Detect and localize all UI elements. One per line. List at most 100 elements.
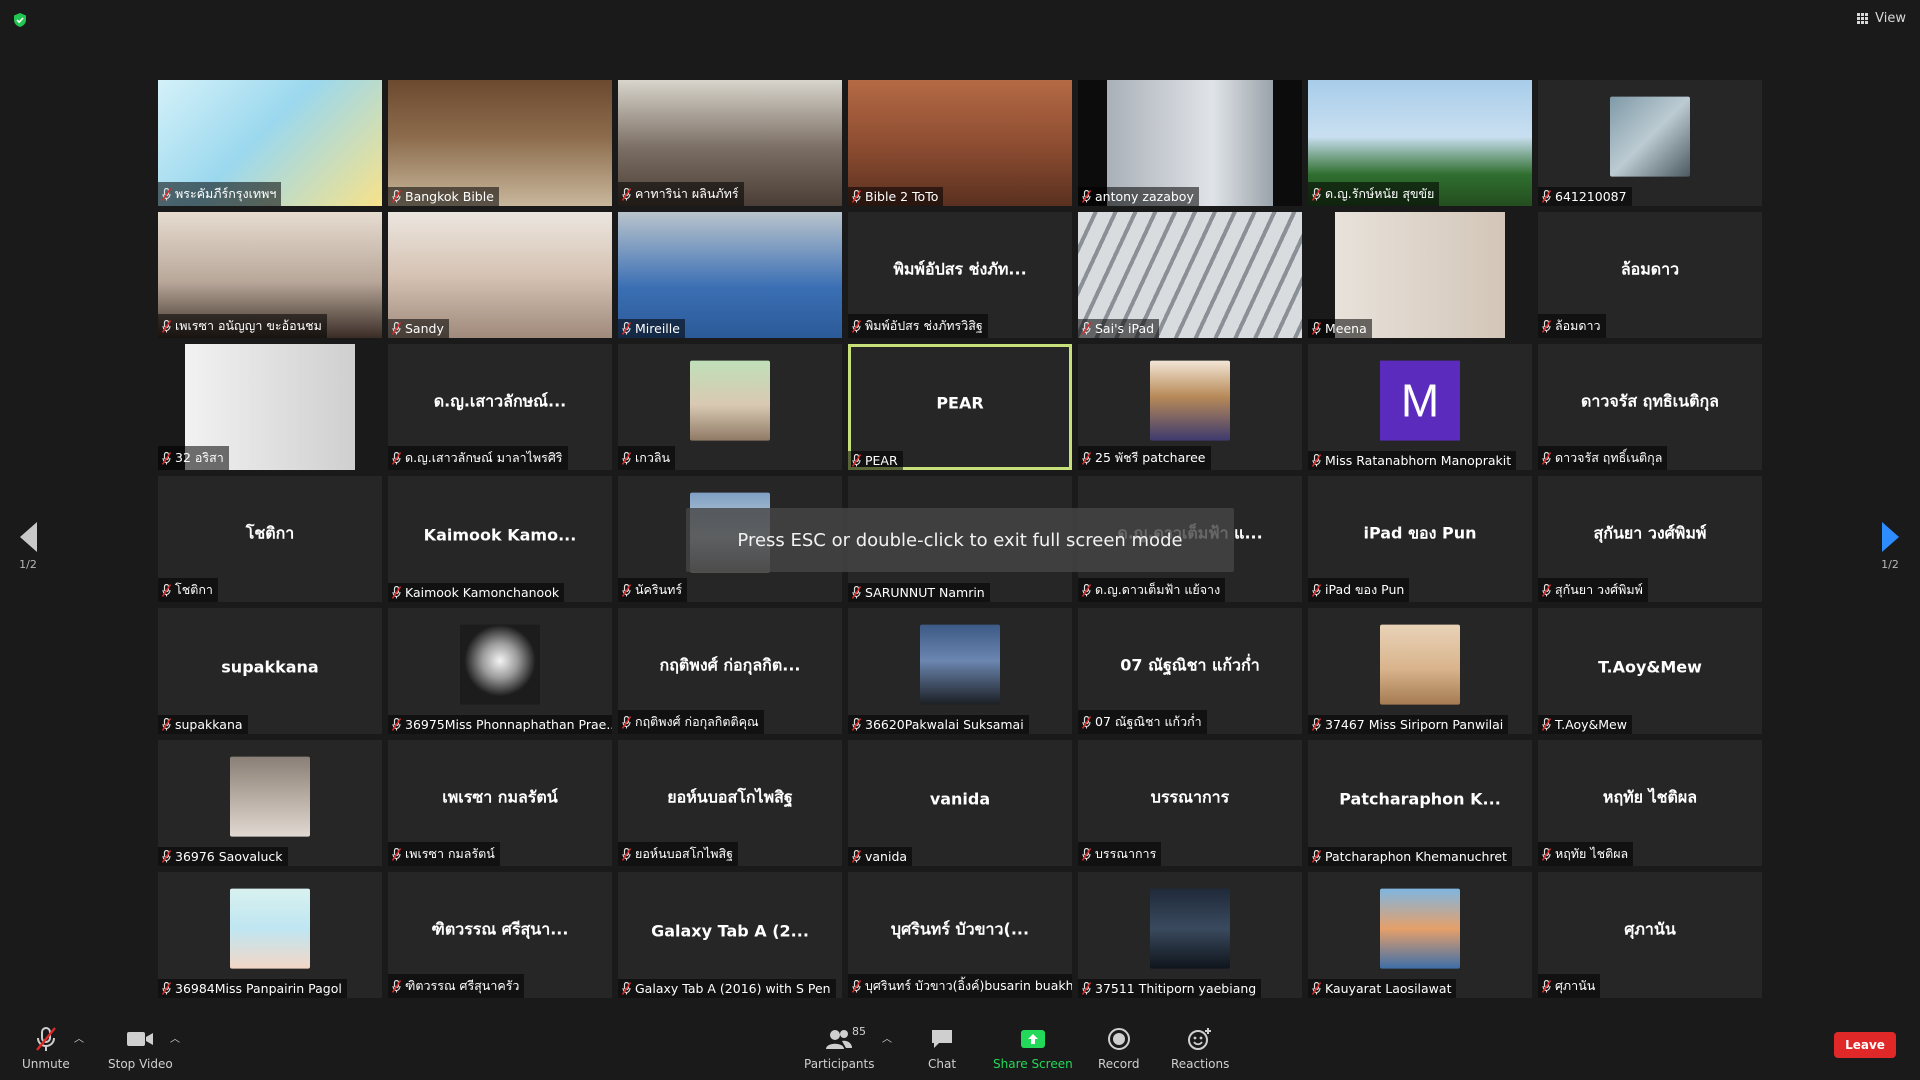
participant-name-label: Sai's iPad — [1078, 319, 1160, 338]
participant-tile[interactable]: 641210087 — [1538, 80, 1762, 206]
participant-tile[interactable]: 36984Miss Panpairin Pagol — [158, 872, 382, 998]
muted-mic-icon — [162, 850, 171, 863]
participant-tile[interactable]: 32 อริสา — [158, 344, 382, 470]
stop-video-label: Stop Video — [108, 1057, 173, 1071]
zoom-meeting-window: View พระคัมภีร์กรุงเทพฯ Bangkok Bible คาทา… — [0, 0, 1920, 1080]
chat-button[interactable]: Chat — [928, 1026, 956, 1071]
participant-display-name: Patcharaphon K... — [1339, 789, 1501, 809]
participant-tile[interactable]: Kauyarat Laosilawat — [1308, 872, 1532, 998]
muted-mic-icon — [852, 190, 861, 203]
participant-tile[interactable]: Bangkok Bible — [388, 80, 612, 206]
participant-tile[interactable]: antony zazaboy — [1078, 80, 1302, 206]
participant-tile[interactable]: Sai's iPad — [1078, 212, 1302, 338]
participant-tile[interactable]: พระคัมภีร์กรุงเทพฯ — [158, 80, 382, 206]
participant-tile[interactable]: 36975Miss Phonnaphathan Prae... — [388, 608, 612, 734]
participant-name-label: บุศรินทร์ บัวขาว(อิ้งค์)busarin buakh... — [848, 974, 1072, 998]
muted-mic-icon — [1312, 454, 1321, 467]
participant-tile[interactable]: ดาวจรัส ฤทธิเนติกุล ดาวจรัส ฤทธิ์เนติกุล — [1538, 344, 1762, 470]
participant-name-label: โชติกา — [158, 578, 218, 602]
participant-tile[interactable]: Sandy — [388, 212, 612, 338]
participant-tile[interactable]: หฤทัย ไชติผล หฤทัย ไชติผล — [1538, 740, 1762, 866]
participant-tile[interactable]: 07 ณัฐณิชา แก้วก่ำ 07 ณัฐณิชา แก้วก่ำ — [1078, 608, 1302, 734]
reactions-button[interactable]: Reactions — [1171, 1026, 1229, 1071]
participant-tile[interactable]: บุศรินทร์ บัวขาว(... บุศรินทร์ บัวขาว(อิ้… — [848, 872, 1072, 998]
participant-tile[interactable]: 36620Pakwalai Suksamai — [848, 608, 1072, 734]
participant-name-label: supakkana — [158, 715, 248, 734]
participant-tile[interactable]: Meena — [1308, 212, 1532, 338]
participant-display-name: ศุภานัน — [1624, 919, 1676, 939]
participant-name: พระคัมภีร์กรุงเทพฯ — [175, 186, 277, 201]
participant-tile[interactable]: Bible 2 ToTo — [848, 80, 1072, 206]
next-page-button[interactable]: 1/2 — [1870, 522, 1910, 571]
participant-tile[interactable]: เกวลิน — [618, 344, 842, 470]
stop-video-button[interactable]: Stop Video — [108, 1026, 173, 1071]
video-options-caret[interactable]: ︿ — [170, 1030, 180, 1045]
security-shield-icon[interactable] — [12, 12, 28, 28]
participant-tile[interactable]: M Miss Ratanabhorn Manoprakit — [1308, 344, 1532, 470]
participant-tile[interactable]: 37511 Thitiporn yaebiang — [1078, 872, 1302, 998]
participant-tile[interactable]: iPad ของ Pun iPad ของ Pun — [1308, 476, 1532, 602]
muted-mic-icon — [1312, 322, 1321, 335]
page-indicator-right: 1/2 — [1881, 558, 1899, 571]
participant-tile[interactable]: ยอห์นบอสโกไพสิฐ ยอห์นบอสโกไพสิฐ — [618, 740, 842, 866]
muted-mic-icon — [1542, 718, 1551, 731]
participant-tile[interactable]: เพเรซา กมลรัตน์ เพเรซา กมลรัตน์ — [388, 740, 612, 866]
participant-tile[interactable]: ล้อมดาว ล้อมดาว — [1538, 212, 1762, 338]
share-screen-button[interactable]: Share Screen — [993, 1026, 1073, 1071]
participant-display-name: Galaxy Tab A (2... — [651, 921, 809, 941]
participant-name-label: T.Aoy&Mew — [1538, 715, 1632, 734]
audio-options-caret[interactable]: ︿ — [74, 1030, 84, 1045]
participant-name: กฤติพงศ์ ก่อกุลกิตติคุณ — [635, 714, 759, 729]
previous-page-button[interactable]: 1/2 — [8, 522, 48, 571]
participant-tile[interactable]: คาทาริน่า ผลินภัทร์ — [618, 80, 842, 206]
participant-tile[interactable]: Kaimook Kamo... Kaimook Kamonchanook — [388, 476, 612, 602]
participant-tile[interactable]: 25 พัชรี patcharee — [1078, 344, 1302, 470]
muted-mic-icon — [392, 586, 401, 599]
participant-name-label: Bible 2 ToTo — [848, 187, 944, 206]
participant-tile[interactable]: พิมพ์อัปสร ช่งภัท... พิมพ์อัปสร ช่งภัทรวิ… — [848, 212, 1072, 338]
unmute-button[interactable]: Unmute — [22, 1026, 70, 1071]
participant-tile[interactable]: Galaxy Tab A (2... Galaxy Tab A (2016) wi… — [618, 872, 842, 998]
participant-profile-picture — [1150, 360, 1230, 441]
participant-name: 37467 Miss Siriporn Panwilai — [1325, 717, 1504, 732]
leave-button[interactable]: Leave — [1834, 1032, 1896, 1058]
record-button[interactable]: Record — [1098, 1026, 1139, 1071]
participant-name-label: ด.ญ.รักษ์หนัย สุขขัย — [1308, 182, 1440, 206]
participant-tile[interactable]: ด.ญ.เสาวลักษณ์... ด.ญ.เสาวลักษณ์ มาลาไพรศ… — [388, 344, 612, 470]
participant-name: นัครินทร์ — [635, 582, 683, 597]
participant-name-label: vanida — [848, 847, 913, 866]
participant-name-label: 36620Pakwalai Suksamai — [848, 715, 1029, 734]
participants-options-caret[interactable]: ︿ — [882, 1030, 892, 1045]
participant-tile[interactable]: vanida vanida — [848, 740, 1072, 866]
participant-display-name: บุศรินทร์ บัวขาว(... — [890, 919, 1030, 939]
participant-tile[interactable]: ศุภานัน ศุภานัน — [1538, 872, 1762, 998]
participant-tile[interactable]: เพเรซา อนัญญา ขะอ้อนชม — [158, 212, 382, 338]
muted-mic-icon — [622, 583, 631, 597]
participant-tile[interactable]: supakkana supakkana — [158, 608, 382, 734]
participant-tile[interactable]: โชติกา โชติกา — [158, 476, 382, 602]
participant-tile[interactable]: กฤติพงศ์ ก่อกุลกิต... กฤติพงศ์ ก่อกุลกิตต… — [618, 608, 842, 734]
participant-name: สุกันยา วงศ์พิมพ์ — [1555, 582, 1643, 597]
participant-name-label: Miss Ratanabhorn Manoprakit — [1308, 451, 1517, 470]
participant-name-label: Kauyarat Laosilawat — [1308, 979, 1457, 998]
participant-tile[interactable]: 36976 Saovaluck — [158, 740, 382, 866]
participant-name: เพเรซา อนัญญา ขะอ้อนชม — [175, 318, 322, 333]
participant-tile[interactable]: PEAR PEAR — [848, 344, 1072, 470]
participant-tile[interactable]: บรรณาการ บรรณาการ — [1078, 740, 1302, 866]
video-camera-icon — [126, 1026, 154, 1052]
participant-tile[interactable]: Mireille — [618, 212, 842, 338]
participant-display-name: หฤทัย ไชติผล — [1602, 787, 1698, 807]
participant-tile[interactable]: Patcharaphon K... Patcharaphon Khemanuchr… — [1308, 740, 1532, 866]
participant-tile[interactable]: 37467 Miss Siriporn Panwilai — [1308, 608, 1532, 734]
participant-name: คาทาริน่า ผลินภัทร์ — [635, 186, 739, 201]
participant-display-name: iPad ของ Pun — [1363, 523, 1477, 543]
participant-tile[interactable]: ฑิตวรรณ ศรีสุนา... ฑิตวรรณ ศรีสุนาครัว — [388, 872, 612, 998]
participant-name: โชติกา — [175, 582, 213, 597]
participant-tile[interactable]: สุกันยา วงศ์พิมพ์ สุกันยา วงศ์พิมพ์ — [1538, 476, 1762, 602]
muted-mic-icon — [392, 190, 401, 203]
participant-tile[interactable]: ด.ญ.รักษ์หนัย สุขขัย — [1308, 80, 1532, 206]
participant-tile[interactable]: T.Aoy&Mew T.Aoy&Mew — [1538, 608, 1762, 734]
participant-name-label: Bangkok Bible — [388, 187, 499, 206]
view-button[interactable]: View — [1857, 11, 1906, 26]
participant-name: Patcharaphon Khemanuchret — [1325, 849, 1507, 864]
